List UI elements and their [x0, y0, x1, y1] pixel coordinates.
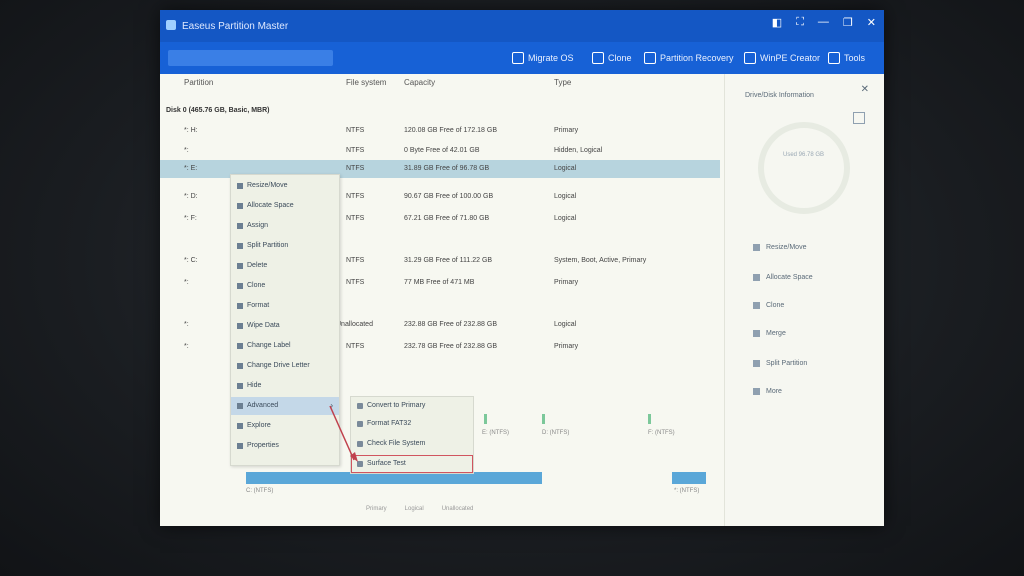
monitor-screen: Easeus Partition Master ◧ ⛶ — ❐ ✕ Migrat… [160, 10, 884, 526]
action-label: Merge [766, 330, 786, 337]
action-label: Clone [766, 302, 785, 309]
action-label: Resize/Move [766, 244, 807, 251]
more-icon [753, 388, 760, 395]
usage-ring [758, 122, 850, 214]
action-label: Split Partition [766, 360, 808, 367]
legend-primary: Primary [366, 506, 387, 512]
action-label: Allocate Space [766, 274, 813, 281]
split-icon [753, 360, 760, 367]
panel-title: Drive/Disk Information [745, 92, 814, 99]
close-panel-icon[interactable]: ✕ [861, 84, 869, 95]
action-more[interactable]: More [753, 388, 782, 395]
action-merge[interactable]: Merge [753, 330, 786, 337]
disk-info-panel: Drive/Disk Information ✕ Used 96.78 GB R… [724, 74, 884, 526]
action-clone[interactable]: Clone [753, 302, 784, 309]
action-split[interactable]: Split Partition [753, 360, 807, 367]
legend-bar: Primary Logical Unallocated [366, 506, 473, 512]
action-allocate-space[interactable]: Allocate Space [753, 274, 813, 281]
usage-text: Used 96.78 GB [783, 152, 825, 158]
merge-icon [753, 330, 760, 337]
action-label: More [766, 388, 782, 395]
resize-icon [753, 244, 760, 251]
clone-icon [753, 302, 760, 309]
allocate-icon [753, 274, 760, 281]
legend-logical: Logical [404, 506, 424, 512]
action-resize-move[interactable]: Resize/Move [753, 244, 806, 251]
disk-icon [853, 112, 865, 124]
legend-unallocated: Unallocated [441, 506, 474, 512]
